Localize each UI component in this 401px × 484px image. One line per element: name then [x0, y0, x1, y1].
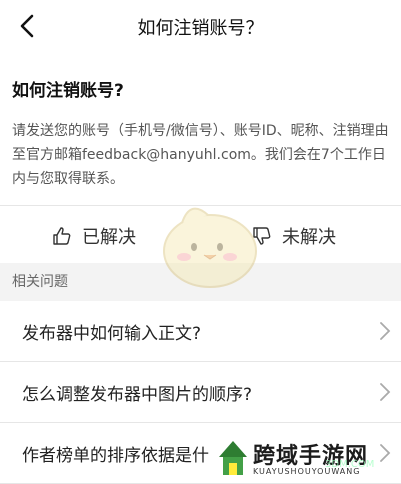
resolved-label: 已解决	[82, 227, 136, 248]
answer-text: 请发送您的账号（手机号/微信号）、账号ID、昵称、注销理由至官方邮箱feedba…	[12, 123, 389, 187]
unresolved-label: 未解决	[282, 227, 336, 248]
related-heading: 相关问题	[12, 274, 68, 290]
chevron-right-icon	[380, 322, 391, 340]
chevron-right-icon	[380, 383, 391, 401]
question-heading: 如何注销账号?	[12, 81, 124, 101]
related-item-label: 发布器中如何输入正文?	[22, 324, 202, 344]
top-bar: 如何注销账号？	[0, 0, 401, 56]
related-item[interactable]: 发布器中如何输入正文?	[0, 301, 401, 362]
mascot-watermark	[163, 207, 257, 288]
related-item-label: 怎么调整发布器中图片的顺序?	[22, 385, 253, 405]
related-item-label: 作者榜单的排序依据是什	[22, 446, 209, 466]
thumbs-up-icon	[53, 227, 71, 245]
resolved-button[interactable]: 已解决	[52, 219, 136, 253]
related-item[interactable]: 怎么调整发布器中图片的顺序?	[0, 362, 401, 423]
faq-content: 如何注销账号? 请发送您的账号（手机号/微信号）、账号ID、昵称、注销理由至官方…	[0, 56, 401, 206]
watermark-subtitle: KUAYUSHOUYOUWANG	[253, 467, 361, 476]
page-title: 如何注销账号？	[137, 18, 264, 39]
house-logo-icon	[219, 441, 247, 475]
site-watermark: 跨域手游网 3DM.COM KUAYUSHOUYOUWANG	[215, 433, 401, 484]
